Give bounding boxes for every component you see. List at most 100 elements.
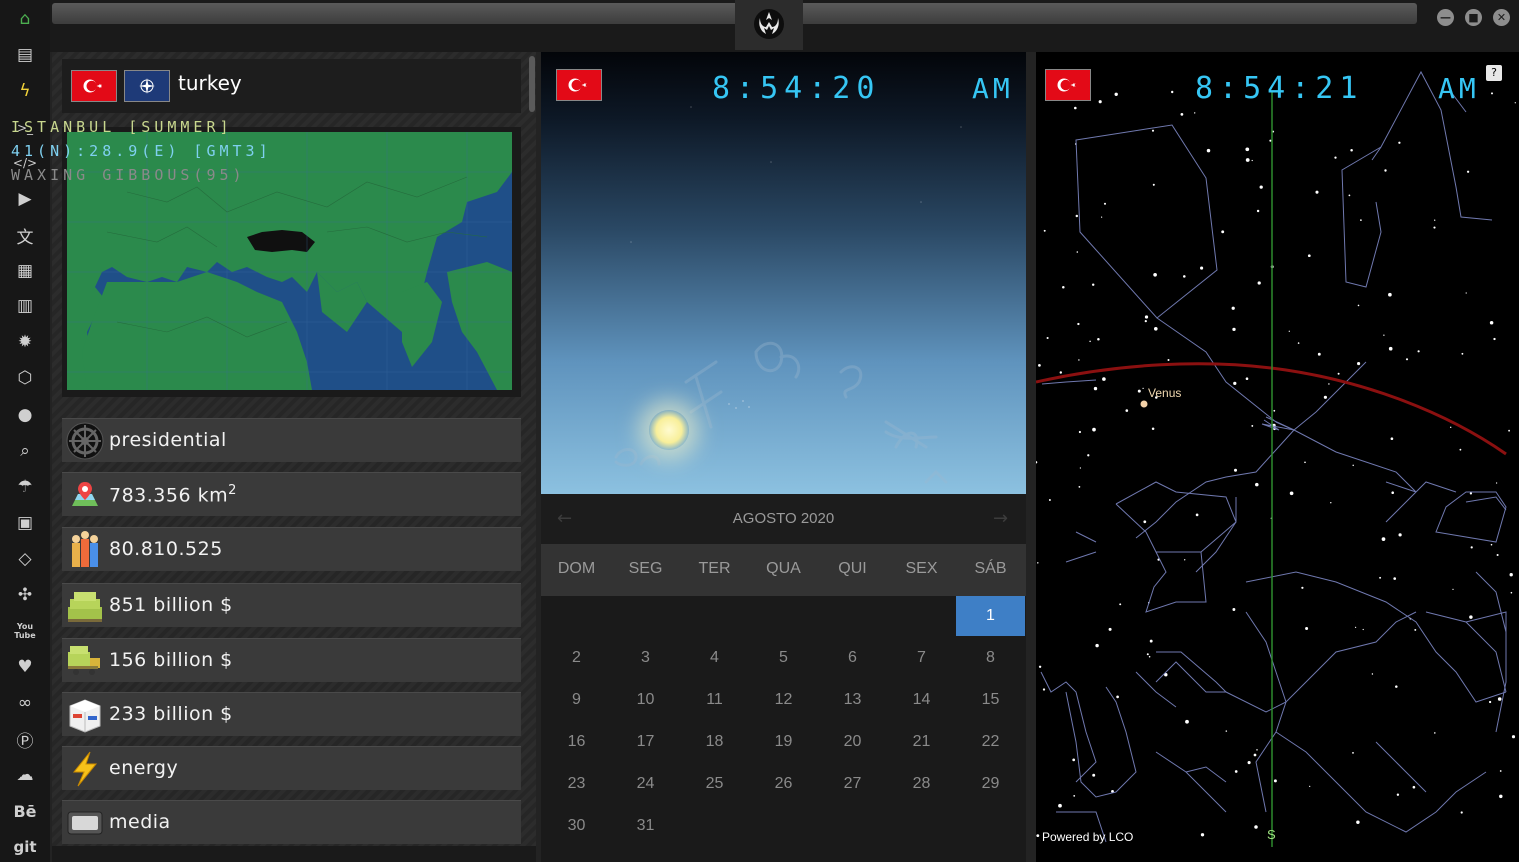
calendar-day[interactable]: 6 [818,638,887,678]
aperture-icon[interactable]: ✹ [14,331,36,353]
star [1078,485,1081,488]
calendar-day[interactable]: 16 [542,722,611,762]
home-icon[interactable]: ⌂ [14,8,36,30]
star [1221,230,1225,234]
calendar-day[interactable]: 23 [542,764,611,804]
star [1232,327,1236,332]
calendar-day[interactable]: 7 [887,638,956,678]
calendar-day[interactable]: 3 [611,638,680,678]
calendar-day[interactable]: 28 [887,764,956,804]
calendar-day[interactable]: 31 [611,806,680,846]
star [1257,281,1261,285]
city-line: ISTANBUL [SUMMER] [11,118,233,136]
forklift-money-icon [66,642,104,680]
gdp-row[interactable]: 851 billion $ [62,583,521,627]
star [1434,219,1436,221]
calendar-day[interactable]: 1 [956,596,1025,636]
star [1305,627,1309,630]
search-icon[interactable]: ⌕ [14,440,36,462]
expand-icon[interactable]: ✣ [14,584,36,606]
polyhedron-icon[interactable]: ⬡ [14,367,36,389]
umbrella-icon[interactable]: ☂ [14,476,36,498]
calendar-day[interactable]: 14 [887,680,956,720]
area-row[interactable]: 783.356 km2 [62,472,521,516]
youtube-icon[interactable]: You Tube [14,620,36,642]
star [1073,794,1076,797]
star [1357,362,1361,366]
minimize-button[interactable]: — [1437,9,1454,26]
star [1195,513,1199,517]
calendar-day[interactable]: 2 [542,638,611,678]
star [1396,793,1400,796]
calendar-day[interactable]: 15 [956,680,1025,720]
country-panel-scrollbar[interactable] [529,56,535,112]
star [1384,169,1387,172]
clock1-turkey-flag-icon[interactable] [556,69,602,101]
calendar-day[interactable]: 11 [680,680,749,720]
media-label: media [109,811,171,833]
calendar-next-button[interactable]: → [993,508,1008,529]
calendar-day[interactable]: 25 [680,764,749,804]
energy-row[interactable]: energy [62,746,521,790]
star-map-panel[interactable]: Venus Powered by LCO S [1036,52,1519,862]
link-icon[interactable]: ◇ [14,548,36,570]
media-row[interactable]: media [62,800,521,844]
star [1075,214,1079,218]
behance-icon[interactable]: Bē [13,800,36,822]
bolt-icon[interactable]: ϟ [14,80,36,102]
image-icon[interactable]: ▦ [14,260,36,282]
document-icon[interactable]: ▤ [14,44,36,66]
calendar-day[interactable]: 24 [611,764,680,804]
calendar-day[interactable]: 21 [887,722,956,762]
play-icon[interactable]: ▶ [14,188,36,210]
calendar-day[interactable]: 27 [818,764,887,804]
calendar-day[interactable]: 26 [749,764,818,804]
population-row[interactable]: 80.810.525 [62,527,521,571]
cloud-icon[interactable]: ☁ [14,764,36,786]
heart-icon[interactable]: ♥ [14,656,36,678]
government-row[interactable]: presidential [62,418,521,462]
calendar-day[interactable]: 10 [611,680,680,720]
star [1079,467,1082,469]
help-button[interactable]: ? [1486,65,1502,81]
exports-row[interactable]: 156 billion $ [62,638,521,682]
star [1036,461,1038,464]
maximize-button[interactable]: ■ [1465,9,1482,26]
star [1146,653,1149,656]
calendar-day[interactable]: 13 [818,680,887,720]
calendar-day[interactable]: 29 [956,764,1025,804]
contacts-icon[interactable]: ▣ [14,512,36,534]
calendar-day[interactable]: 22 [956,722,1025,762]
star [1038,364,1041,367]
globe-icon[interactable]: ● [14,404,36,426]
imports-row[interactable]: 233 billion $ [62,692,521,736]
star [1398,141,1401,144]
nato-flag-icon[interactable] [124,70,170,102]
star [1102,377,1106,381]
calendar-day[interactable]: 18 [680,722,749,762]
close-button[interactable]: ✕ [1493,9,1510,26]
star [1469,615,1473,619]
calendar-day[interactable]: 12 [749,680,818,720]
calendar-day[interactable]: 4 [680,638,749,678]
infinity-icon[interactable]: ∞ [14,692,36,714]
star [1488,700,1492,704]
calendar-day[interactable]: 8 [956,638,1025,678]
clock2-turkey-flag-icon[interactable] [1045,69,1091,101]
calendar-day[interactable]: 20 [818,722,887,762]
git-icon[interactable]: git [13,836,36,858]
star [1154,327,1158,331]
translate-icon[interactable]: 文 [14,224,36,248]
turkey-flag-icon[interactable] [71,70,117,102]
newspaper-icon[interactable]: ▥ [14,295,36,317]
top-bar: — ■ ✕ [50,0,1519,52]
calendar-day[interactable]: 5 [749,638,818,678]
logo-tab[interactable] [735,0,803,50]
calendar-day[interactable]: 30 [542,806,611,846]
calendar-day[interactable]: 17 [611,722,680,762]
star [1234,770,1238,773]
pinterest-icon[interactable]: Ⓟ [14,728,36,752]
calendar-day[interactable]: 9 [542,680,611,720]
star [1269,139,1272,142]
calendar-day[interactable]: 19 [749,722,818,762]
